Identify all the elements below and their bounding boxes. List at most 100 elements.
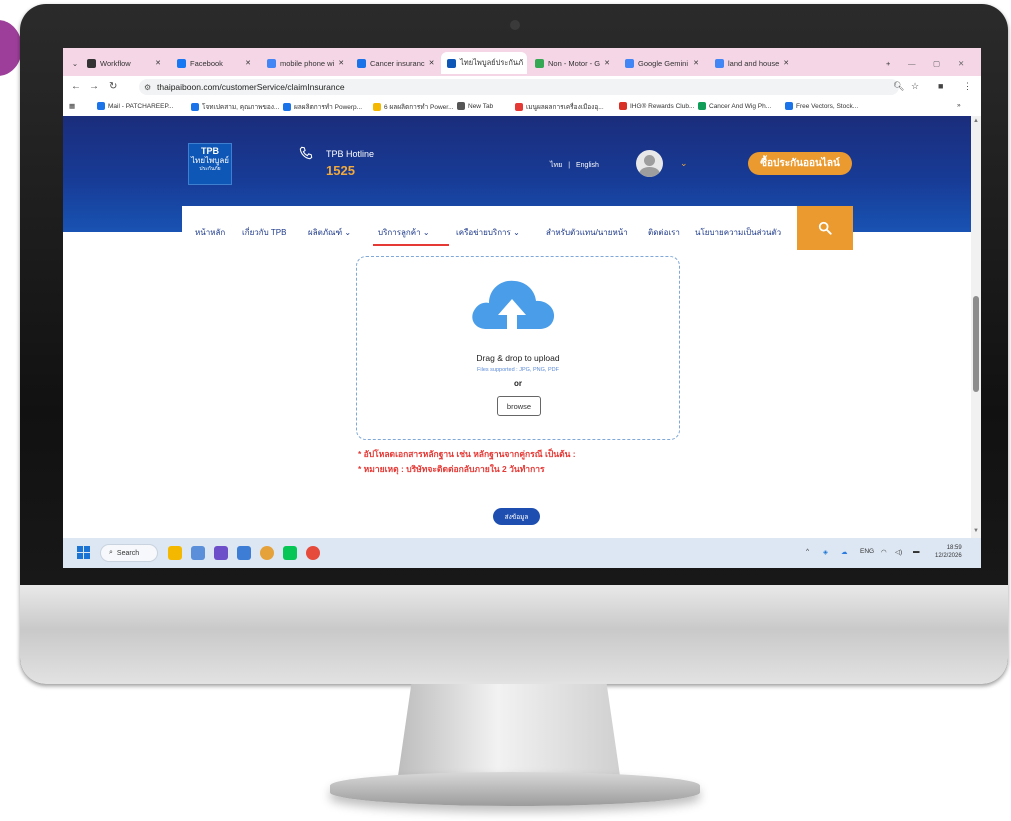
hotline-number[interactable]: 1525	[326, 163, 355, 178]
close-tab-icon[interactable]: ✕	[338, 59, 344, 67]
tab-search-button[interactable]: ⌄	[68, 52, 82, 74]
file-dropzone[interactable]: Drag & drop to upload Files supported : …	[356, 256, 680, 440]
bookmark-star-icon[interactable]: ☆	[911, 81, 919, 92]
search-icon: ⌕	[109, 549, 113, 556]
bookmark-favicon-icon	[191, 103, 199, 111]
tab-label: ไทยไพบูลย์ประกันภั	[460, 58, 524, 67]
taskbar-search[interactable]: ⌕ Search	[100, 544, 158, 562]
lang-th[interactable]: ไทย	[550, 162, 562, 169]
volume-icon[interactable]: ◁)	[895, 548, 902, 556]
site-search-button[interactable]	[797, 206, 853, 250]
reload-icon[interactable]: ↻	[109, 81, 117, 92]
clock-time: 18:59	[946, 545, 962, 551]
nav-item[interactable]: หน้าหลัก	[195, 226, 225, 239]
bookmark-item[interactable]: IHG® Rewards Club...	[619, 102, 694, 110]
contact-note: * หมายเหตุ : บริษัทจะติดต่อกลับภายใน 2 ว…	[358, 464, 545, 474]
new-tab-button[interactable]: +	[886, 52, 890, 74]
maximize-icon[interactable]: ▢	[933, 52, 940, 74]
browser-tab[interactable]: Workflow ✕	[81, 52, 167, 74]
close-tab-icon[interactable]: ✕	[783, 59, 789, 67]
url-input[interactable]: ⚙ thaipaiboon.com/customerService/claimI…	[139, 79, 899, 95]
menu-dots-icon[interactable]: ⋮	[963, 81, 972, 92]
bookmark-item[interactable]: โจทเปคสาม, คุณภาพของ...	[191, 102, 279, 112]
nav-item[interactable]: นโยบายความเป็นส่วนตัว	[695, 226, 781, 239]
scroll-down-icon[interactable]: ▼	[973, 528, 979, 534]
bookmark-item[interactable]: Free Vectors, Stock...	[785, 102, 858, 110]
monitor-chin	[20, 585, 1008, 684]
browser-tab[interactable]: Non - Motor - G ✕	[529, 52, 615, 74]
tpb-logo[interactable]: TPB ไทยไพบูลย์ ประกันภัย	[188, 143, 232, 185]
tab-label: Google Gemini	[638, 58, 689, 68]
lang-en[interactable]: English	[576, 162, 599, 169]
nav-item[interactable]: ติดต่อเรา	[648, 226, 680, 239]
system-clock[interactable]: 18:59 12/2/2026	[935, 544, 962, 560]
scroll-up-icon[interactable]: ▲	[973, 118, 979, 124]
bookmark-favicon-icon	[97, 102, 105, 110]
browse-button[interactable]: browse	[497, 396, 541, 416]
nav-item[interactable]: สำหรับตัวแทน/นายหน้า	[546, 226, 628, 239]
battery-icon[interactable]: ▬	[913, 548, 920, 555]
google-icon	[715, 58, 724, 68]
chevron-down-icon: ⌄	[510, 228, 520, 237]
minimize-icon[interactable]: —	[908, 52, 916, 74]
nav-active-underline	[373, 244, 449, 246]
more-bookmarks-button[interactable]: »	[957, 102, 961, 109]
file-explorer-icon[interactable]	[168, 546, 182, 560]
apps-grid-icon[interactable]: ▦	[69, 102, 75, 110]
nav-item[interactable]: เกี่ยวกับ TPB	[242, 226, 286, 239]
page-scrollbar[interactable]: ▲ ▼	[971, 116, 981, 538]
app-icon[interactable]	[306, 546, 320, 560]
chrome-icon[interactable]	[260, 546, 274, 560]
nav-item[interactable]: บริการลูกค้า ⌄	[378, 226, 430, 239]
forward-arrow-icon[interactable]: →	[89, 81, 99, 92]
nav-item-label: เกี่ยวกับ TPB	[242, 228, 287, 237]
chevron-down-icon[interactable]: ⌄	[680, 158, 688, 169]
zoom-icon[interactable]: 🔍︎	[893, 81, 904, 92]
bookmark-item[interactable]: Mail - PATCHAREEP...	[97, 102, 173, 110]
close-tab-icon[interactable]: ✕	[155, 59, 161, 67]
close-window-icon[interactable]: ✕	[958, 52, 964, 74]
wifi-icon[interactable]: ◠	[881, 548, 887, 556]
bookmark-item[interactable]: ผลผลิตการทำ Powerp...	[283, 102, 362, 112]
browser-tab[interactable]: mobile phone wi ✕	[261, 52, 347, 74]
people-icon[interactable]	[237, 546, 251, 560]
bookmark-item[interactable]: New Tab	[457, 102, 493, 110]
bookmark-item[interactable]: 6 ผลผลิตการทำ Power...	[373, 102, 454, 112]
scroll-thumb[interactable]	[973, 296, 979, 392]
close-tab-icon[interactable]: ✕	[429, 59, 435, 67]
browser-tab[interactable]: Google Gemini ✕	[619, 52, 705, 74]
close-tab-icon[interactable]: ✕	[604, 59, 610, 67]
nav-item[interactable]: เครือข่ายบริการ ⌄	[456, 226, 520, 239]
teams-icon[interactable]	[214, 546, 228, 560]
site-info-icon[interactable]: ⚙	[144, 83, 151, 92]
nav-item[interactable]: ผลิตภัณฑ์ ⌄	[308, 226, 351, 239]
browser-tab[interactable]: Cancer insuranc ✕	[351, 52, 437, 74]
close-tab-icon[interactable]: ✕	[245, 59, 251, 67]
windows-start-icon[interactable]	[77, 546, 91, 560]
browser-tab[interactable]: land and house ✕	[709, 52, 795, 74]
bookmark-favicon-icon	[373, 103, 381, 111]
extension-icon[interactable]: ■	[938, 81, 943, 91]
google-icon	[267, 58, 276, 68]
line-icon[interactable]	[283, 546, 297, 560]
widgets-icon[interactable]	[191, 546, 205, 560]
search-icon	[818, 221, 832, 235]
back-arrow-icon[interactable]: ←	[71, 81, 81, 92]
browser-tab[interactable]: Facebook ✕	[171, 52, 257, 74]
tray-chevron-icon[interactable]: ^	[806, 548, 809, 555]
cloud-icon[interactable]: ☁	[841, 548, 848, 556]
drive-icon	[535, 58, 544, 68]
close-tab-icon[interactable]: ✕	[693, 59, 699, 67]
bookmark-item[interactable]: เมนูผลผลการเครื่องเมืองอุ...	[515, 102, 604, 112]
phone-icon	[299, 146, 313, 160]
security-icon[interactable]: ◈	[823, 548, 828, 556]
browser-tab[interactable]: ไทยไพบูลย์ประกันภั✕	[441, 52, 527, 74]
bookmark-item[interactable]: Cancer And Wig Ph...	[698, 102, 771, 110]
screen: ⌄ Workflow ✕ Facebook ✕ mobile phone wi ✕ Canc…	[63, 48, 981, 568]
tab-label: land and house	[728, 58, 780, 68]
avatar[interactable]	[636, 150, 663, 177]
submit-button[interactable]: ส่งข้อมูล	[493, 508, 540, 525]
language-indicator[interactable]: ENG	[860, 548, 874, 555]
buy-insurance-online-button[interactable]: ซื้อประกันออนไลน์	[748, 152, 852, 175]
tab-label: Cancer insuranc	[370, 58, 425, 68]
